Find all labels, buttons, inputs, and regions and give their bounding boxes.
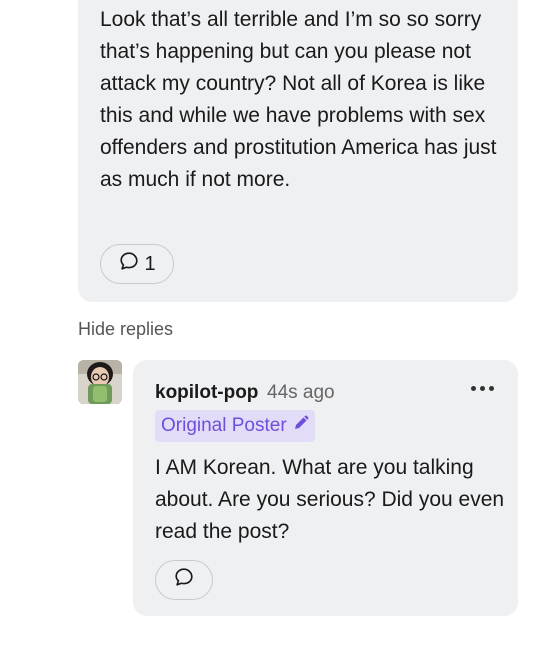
hide-replies-link[interactable]: Hide replies	[78, 319, 173, 340]
reply-button[interactable]	[155, 560, 213, 600]
avatar[interactable]	[78, 360, 122, 404]
parent-comment-text: Look that’s all terrible and I’m so so s…	[100, 8, 497, 191]
parent-comment-card: Look that’s all terrible and I’m so so s…	[78, 0, 518, 302]
speech-bubble-icon	[118, 250, 140, 278]
reply-text: I AM Korean. What are you talking about.…	[155, 456, 505, 543]
speech-bubble-icon	[173, 566, 195, 594]
reply-count: 1	[144, 252, 156, 275]
original-poster-badge: Original Poster	[155, 410, 315, 442]
pencil-icon	[293, 415, 309, 437]
reply-username[interactable]: kopilot-pop	[155, 382, 258, 404]
parent-reply-count-button[interactable]: 1	[100, 244, 174, 284]
reply-timestamp: 44s ago	[267, 382, 335, 403]
reply-comment-card: kopilot-pop 44s ago Original Poster I AM…	[133, 360, 518, 616]
more-dots-icon[interactable]	[471, 386, 494, 391]
badge-label: Original Poster	[161, 415, 287, 436]
